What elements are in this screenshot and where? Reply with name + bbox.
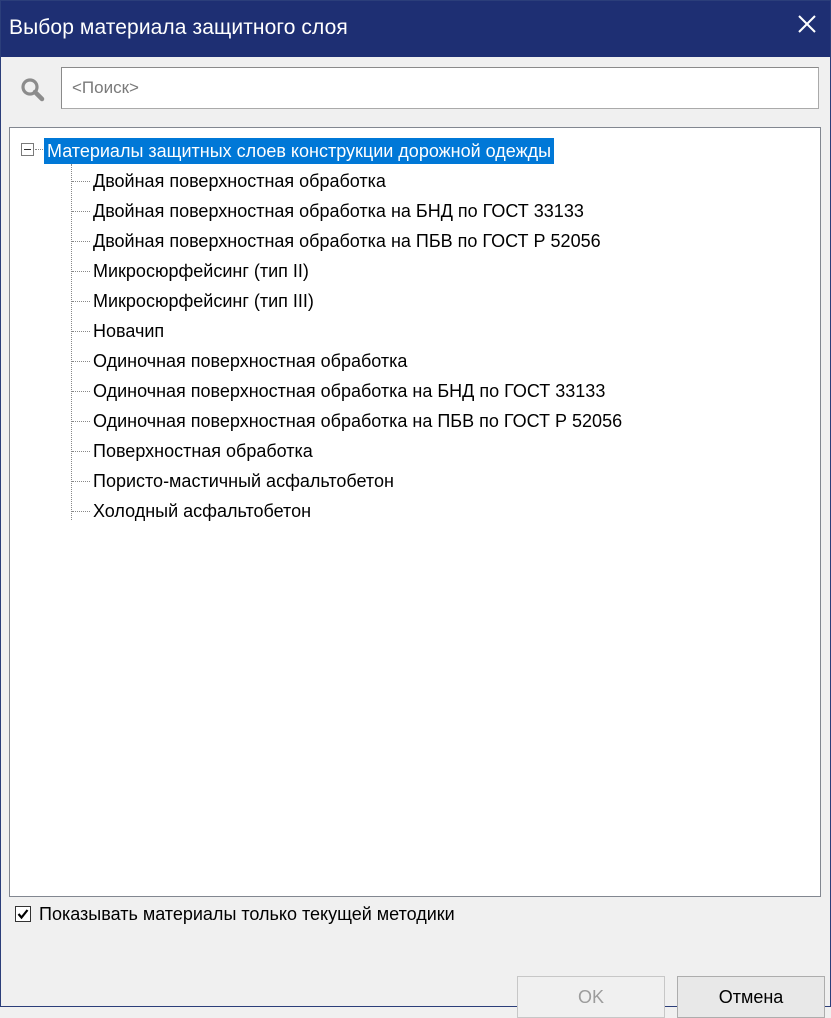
close-icon (798, 15, 816, 33)
collapse-toggle-icon[interactable] (21, 143, 34, 156)
tree-item[interactable]: Холодный асфальтобетон (71, 496, 622, 526)
cancel-button[interactable]: Отмена (677, 976, 825, 1018)
search-input[interactable] (61, 67, 819, 109)
tree-item[interactable]: Микросюрфейсинг (тип III) (71, 286, 622, 316)
tree-item[interactable]: Двойная поверхностная обработка (71, 166, 622, 196)
tree-item[interactable]: Одиночная поверхностная обработка на ПБВ… (71, 406, 622, 436)
search-icon (21, 78, 45, 102)
tree-root-label[interactable]: Материалы защитных слоев конструкции дор… (44, 138, 555, 164)
tree-item[interactable]: Одиночная поверхностная обработка (71, 346, 622, 376)
tree-item[interactable]: Новачип (71, 316, 622, 346)
tree-connector (35, 149, 43, 150)
checkmark-icon (17, 909, 29, 920)
search-row (1, 67, 830, 113)
tree-item[interactable]: Двойная поверхностная обработка на БНД п… (71, 196, 622, 226)
tree-item[interactable]: Поверхностная обработка (71, 436, 622, 466)
title-bar: Выбор материала защитного слоя (1, 1, 830, 57)
tree-item[interactable]: Одиночная поверхностная обработка на БНД… (71, 376, 622, 406)
tree-item[interactable]: Двойная поверхностная обработка на ПБВ п… (71, 226, 622, 256)
tree-item[interactable]: Пористо-мастичный асфальтобетон (71, 466, 622, 496)
current-method-checkbox[interactable] (15, 906, 31, 922)
checkbox-label[interactable]: Показывать материалы только текущей мето… (39, 903, 455, 925)
materials-tree[interactable]: Материалы защитных слоев конструкции дор… (9, 127, 821, 897)
window-title: Выбор материала защитного слоя (9, 16, 348, 39)
tree-items: Двойная поверхностная обработка Двойная … (71, 166, 622, 526)
dialog-window: Выбор материала защитного слоя Материалы… (0, 0, 831, 1018)
close-button[interactable] (784, 1, 830, 47)
tree-item[interactable]: Микросюрфейсинг (тип II) (71, 256, 622, 286)
ok-button[interactable]: OK (517, 976, 665, 1018)
